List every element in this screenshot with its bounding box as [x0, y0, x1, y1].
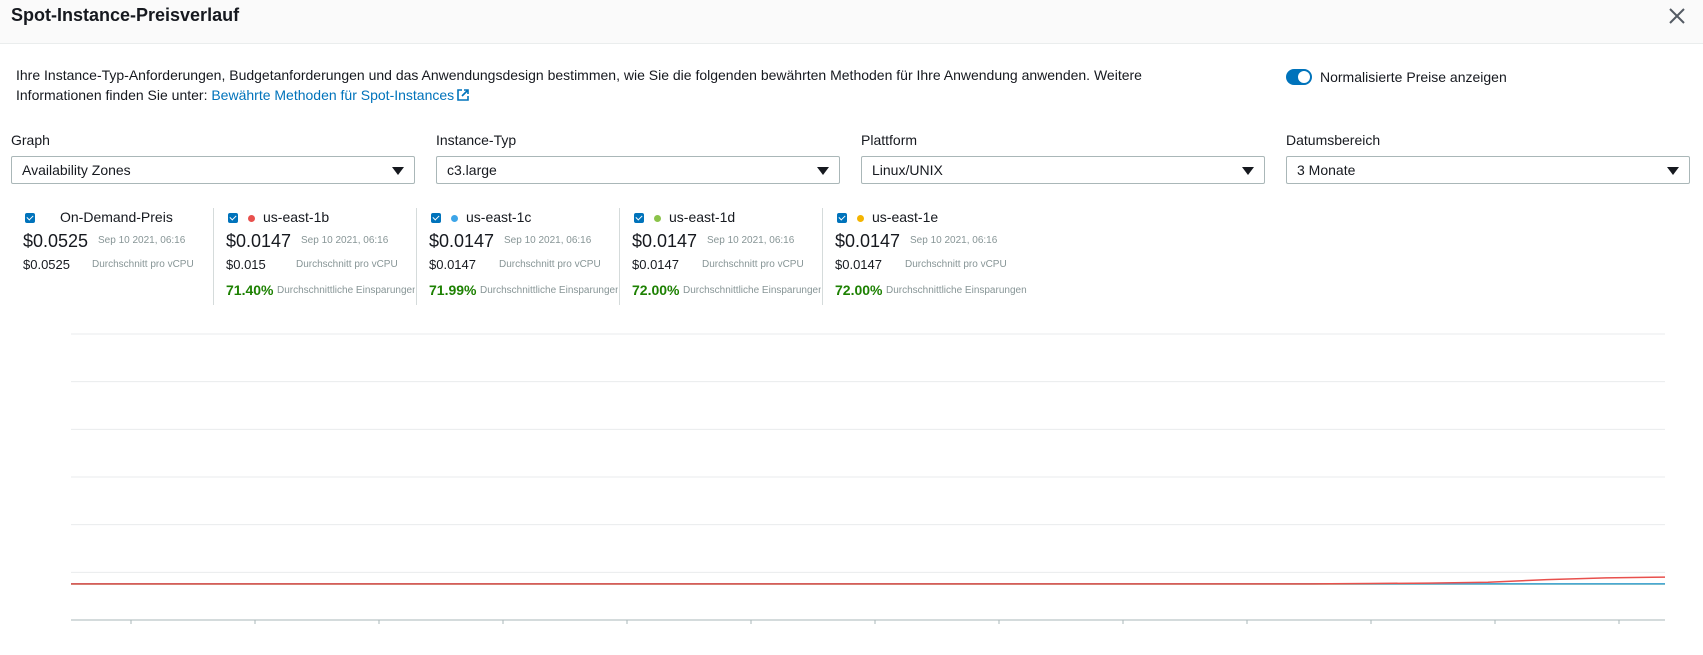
normalized-prices-label: Normalisierte Preise anzeigen — [1320, 69, 1507, 85]
series-avg: $0.0525 — [23, 257, 70, 272]
platform-select-value: Linux/UNIX — [872, 162, 943, 178]
series-avg-label: Durchschnitt pro vCPU — [702, 259, 804, 270]
series-price: $0.0147 — [632, 231, 698, 251]
series-savings-label: Durchschnittliche Einsparungen — [886, 285, 1027, 296]
description: Ihre Instance-Typ-Anforderungen, Budgeta… — [16, 65, 1196, 107]
series-avg: $0.0147 — [835, 257, 882, 272]
series-timestamp: Sep 10 2021, 06:16 — [910, 235, 998, 246]
series-avg: $0.0147 — [429, 257, 476, 272]
series-avg-label: Durchschnitt pro vCPU — [92, 259, 194, 270]
series-name: us-east-1d — [669, 209, 736, 225]
series-savings-label: Durchschnittliche Einsparungen — [683, 285, 821, 296]
series-on-demand: On-Demand-Preis $0.0525 Sep 10 2021, 06:… — [20, 208, 210, 305]
platform-label: Plattform — [861, 132, 918, 148]
caret-down-icon — [1242, 167, 1254, 175]
description-text: Ihre Instance-Typ-Anforderungen, Budgeta… — [16, 67, 1142, 103]
series-name: On-Demand-Preis — [60, 209, 173, 225]
series-savings: 72.00% — [632, 282, 680, 298]
on-demand-checkbox[interactable] — [25, 213, 35, 223]
series-name: us-east-1e — [872, 209, 939, 225]
series-us-east-1b: us-east-1b $0.0147 Sep 10 2021, 06:16 $0… — [213, 208, 416, 305]
price-history-chart — [0, 310, 1703, 655]
graph-label: Graph — [11, 132, 50, 148]
series-savings-label: Durchschnittliche Einsparungen — [277, 285, 415, 296]
series-savings: 71.99% — [429, 282, 477, 298]
date-range-select-value: 3 Monate — [1297, 162, 1356, 178]
series-us-east-1e: us-east-1e $0.0147 Sep 10 2021, 06:16 $0… — [822, 208, 1043, 305]
instance-type-select[interactable]: c3.large — [436, 156, 840, 184]
us-east-1b-color-dot — [248, 215, 255, 222]
date-range-label: Datumsbereich — [1286, 132, 1381, 148]
series-timestamp: Sep 10 2021, 06:16 — [707, 235, 795, 246]
series-avg-label: Durchschnitt pro vCPU — [499, 259, 601, 270]
us-east-1c-color-dot — [451, 215, 458, 222]
us-east-1e-color-dot — [857, 215, 864, 222]
series-avg-label: Durchschnitt pro vCPU — [296, 259, 398, 270]
external-link-icon[interactable] — [456, 87, 470, 107]
series-avg-label: Durchschnitt pro vCPU — [905, 259, 1007, 270]
us-east-1c-checkbox[interactable] — [431, 213, 441, 223]
modal-title: Spot-Instance-Preisverlauf — [11, 5, 240, 25]
graph-select-value: Availability Zones — [22, 162, 131, 178]
instance-type-select-value: c3.large — [447, 162, 497, 178]
instance-type-label: Instance-Typ — [436, 132, 517, 148]
series-line-us-east-1b — [71, 576, 1666, 585]
series-us-east-1c: us-east-1c $0.0147 Sep 10 2021, 06:16 $0… — [416, 208, 619, 305]
caret-down-icon — [1667, 167, 1679, 175]
series-price: $0.0147 — [226, 231, 292, 251]
series-timestamp: Sep 10 2021, 06:16 — [98, 235, 186, 246]
normalized-prices-toggle[interactable] — [1286, 69, 1312, 85]
close-icon[interactable] — [1665, 4, 1689, 28]
caret-down-icon — [392, 167, 404, 175]
us-east-1d-checkbox[interactable] — [634, 213, 644, 223]
series-savings: 72.00% — [835, 282, 883, 298]
series-savings-label: Durchschnittliche Einsparungen — [480, 285, 618, 296]
us-east-1b-checkbox[interactable] — [228, 213, 238, 223]
us-east-1e-checkbox[interactable] — [837, 213, 847, 223]
series-price: $0.0147 — [835, 231, 901, 251]
series-name: us-east-1c — [466, 209, 532, 225]
series-price: $0.0525 — [23, 231, 89, 251]
graph-select[interactable]: Availability Zones — [11, 156, 415, 184]
series-us-east-1d: us-east-1d $0.0147 Sep 10 2021, 06:16 $0… — [619, 208, 822, 305]
series-avg: $0.0147 — [632, 257, 679, 272]
date-range-select[interactable]: 3 Monate — [1286, 156, 1690, 184]
best-practices-link[interactable]: Bewährte Methoden für Spot-Instances — [211, 87, 470, 103]
best-practices-link-text[interactable]: Bewährte Methoden für Spot-Instances — [211, 87, 454, 103]
series-timestamp: Sep 10 2021, 06:16 — [504, 235, 592, 246]
platform-select[interactable]: Linux/UNIX — [861, 156, 1265, 184]
modal-header: Spot-Instance-Preisverlauf — [0, 0, 1703, 44]
normalized-prices-toggle-wrap[interactable]: Normalisierte Preise anzeigen — [1286, 69, 1507, 85]
series-avg: $0.015 — [226, 257, 266, 272]
series-timestamp: Sep 10 2021, 06:16 — [301, 235, 389, 246]
series-name: us-east-1b — [263, 209, 330, 225]
series-price: $0.0147 — [429, 231, 495, 251]
caret-down-icon — [817, 167, 829, 175]
price-history-chart-svg — [71, 333, 1666, 624]
us-east-1d-color-dot — [654, 215, 661, 222]
series-savings: 71.40% — [226, 282, 274, 298]
